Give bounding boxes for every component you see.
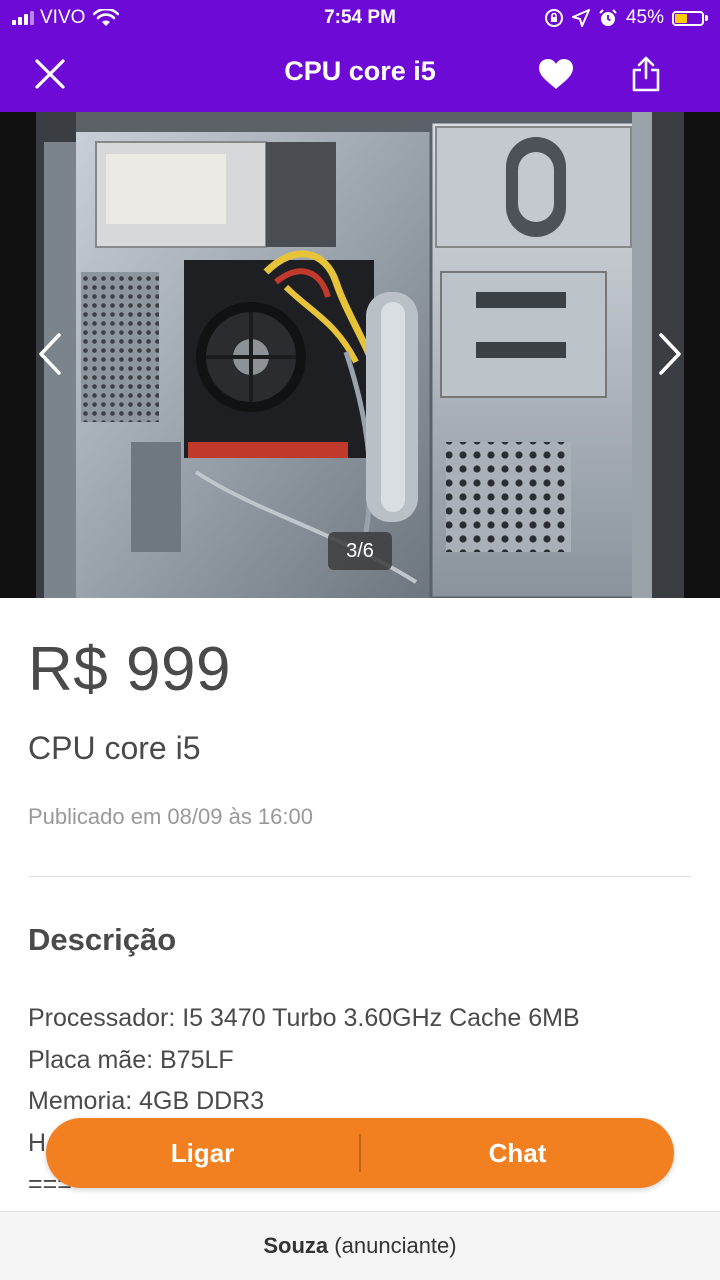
heart-icon bbox=[539, 59, 573, 89]
share-icon bbox=[632, 56, 660, 92]
photo-gallery[interactable] bbox=[0, 112, 720, 598]
description-line: Placa mãe: B75LF bbox=[28, 1045, 234, 1074]
listing-title: CPU core i5 bbox=[28, 730, 201, 766]
alarm-icon bbox=[599, 9, 617, 26]
contact-action-bar: Ligar Chat bbox=[46, 1118, 674, 1188]
photo-counter: 3/6 bbox=[328, 532, 392, 570]
seller-footer[interactable]: Souza (anunciante) bbox=[0, 1211, 720, 1280]
divider bbox=[28, 876, 692, 877]
page-title: CPU core i5 bbox=[284, 56, 436, 86]
listing-photo[interactable] bbox=[36, 112, 684, 598]
chevron-right-icon bbox=[659, 333, 681, 375]
app-header: VIVO 7:54 PM 45% CPU core i5 bbox=[0, 0, 720, 112]
battery-icon bbox=[672, 10, 708, 26]
description-heading: Descrição bbox=[28, 922, 177, 957]
description-line: Memoria: 4GB DDR3 bbox=[28, 1087, 265, 1115]
status-bar: VIVO 7:54 PM 45% bbox=[0, 0, 720, 36]
description-line: Processador: I5 3470 Turbo 3.60GHz Cache… bbox=[28, 1004, 580, 1032]
orientation-lock-icon bbox=[544, 9, 563, 27]
call-button[interactable]: Ligar bbox=[46, 1138, 359, 1169]
seller-role: (anunciante) bbox=[334, 1233, 457, 1258]
chat-button[interactable]: Chat bbox=[361, 1138, 674, 1169]
chevron-left-icon bbox=[39, 333, 61, 375]
published-date: Publicado em 08/09 às 16:00 bbox=[28, 804, 313, 829]
next-photo-button[interactable] bbox=[650, 324, 690, 384]
listing-price: R$ 999 bbox=[28, 635, 231, 704]
battery-percent: 45% bbox=[625, 7, 664, 28]
share-button[interactable] bbox=[620, 48, 672, 100]
nav-bar: CPU core i5 bbox=[0, 36, 720, 112]
battery-fill bbox=[675, 13, 687, 23]
location-icon bbox=[571, 9, 590, 27]
previous-photo-button[interactable] bbox=[30, 324, 70, 384]
favorite-button[interactable] bbox=[530, 48, 582, 100]
seller-name: Souza bbox=[263, 1233, 329, 1258]
